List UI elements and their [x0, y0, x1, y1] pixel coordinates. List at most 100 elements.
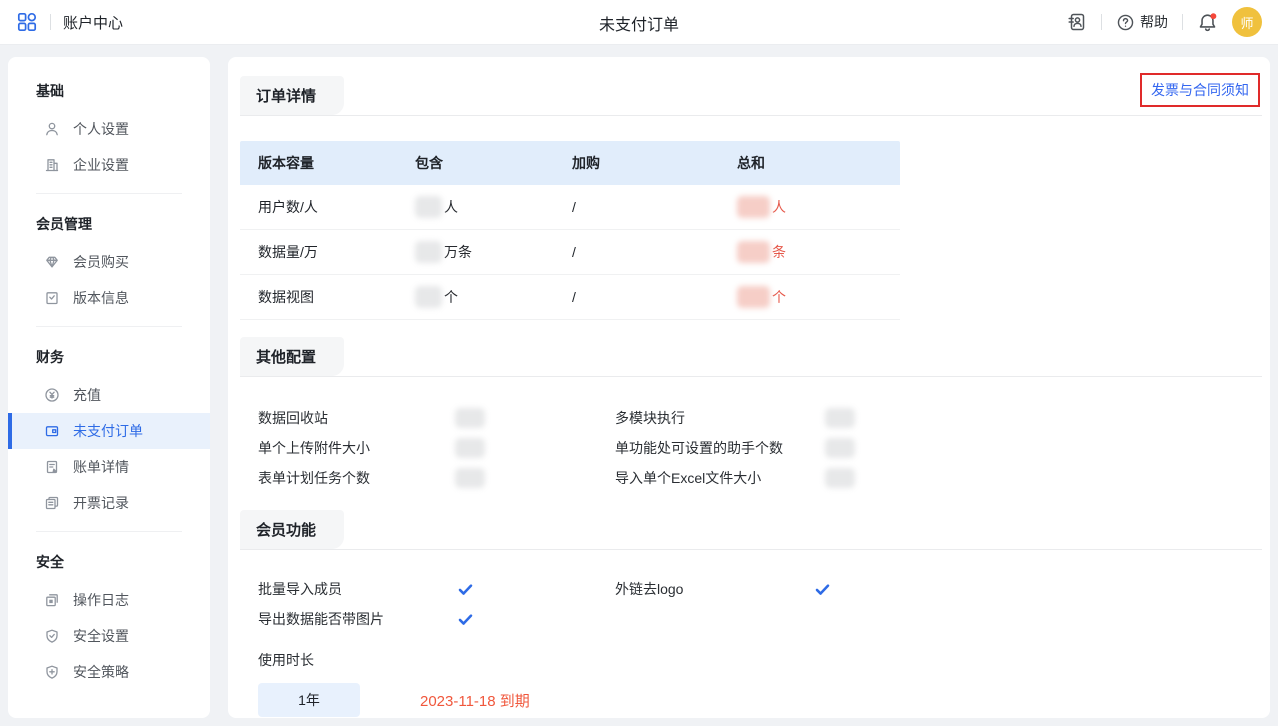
- order-details-tab: 订单详情: [240, 76, 344, 115]
- redacted-value: [415, 196, 442, 218]
- sidebar-item-invoice-records[interactable]: 开票记录: [8, 485, 210, 521]
- sidebar-item-member-purchase[interactable]: 会员购买: [8, 244, 210, 280]
- apps-grid-icon[interactable]: [16, 11, 38, 33]
- config-label: 数据回收站: [258, 408, 455, 428]
- sidebar-item-label: 操作日志: [73, 590, 129, 610]
- redacted-value: [415, 286, 442, 308]
- topbar-divider: [50, 14, 51, 30]
- redacted-value: [455, 408, 485, 428]
- config-row: 数据回收站 多模块执行: [240, 403, 1270, 433]
- notification-bell-icon[interactable]: [1197, 12, 1218, 33]
- redacted-value: [737, 196, 770, 218]
- sidebar-divider: [36, 193, 182, 194]
- sidebar-item-bill-details[interactable]: 账单详情: [8, 449, 210, 485]
- check-icon: [814, 581, 831, 598]
- config-label: 多模块执行: [615, 408, 825, 428]
- redacted-value: [455, 468, 485, 488]
- member-features-tab: 会员功能: [240, 510, 344, 549]
- avatar[interactable]: 师: [1232, 7, 1262, 37]
- sidebar-section-security: 安全: [36, 552, 182, 572]
- gem-icon: [44, 254, 60, 270]
- topbar-divider: [1101, 14, 1102, 30]
- sidebar-item-label: 未支付订单: [73, 421, 143, 441]
- redacted-value: [415, 241, 442, 263]
- help-label: 帮助: [1140, 12, 1168, 32]
- column-header: 总和: [719, 153, 900, 173]
- sidebar-item-version-info[interactable]: 版本信息: [8, 280, 210, 316]
- feature-row: 导出数据能否带图片: [240, 604, 1270, 634]
- member-features-header: 会员功能: [240, 510, 1262, 550]
- shield-plus-icon: [44, 664, 60, 680]
- notification-dot: [1210, 13, 1216, 19]
- sidebar-item-security-policy[interactable]: 安全策略: [8, 654, 210, 690]
- sidebar-item-unpaid-orders[interactable]: 未支付订单: [8, 413, 210, 449]
- row-name: 数据视图: [240, 287, 397, 307]
- shield-check-icon: [44, 628, 60, 644]
- sidebar-item-label: 安全策略: [73, 662, 129, 682]
- invoice-record-icon: [44, 495, 60, 511]
- sidebar-item-label: 版本信息: [73, 288, 129, 308]
- total-unit: 个: [772, 287, 786, 307]
- topbar-divider: [1182, 14, 1183, 30]
- config-label: 导入单个Excel文件大小: [615, 468, 825, 488]
- table-row: 用户数/人 人 / 人: [240, 185, 900, 230]
- sidebar-section-basic: 基础: [36, 81, 182, 101]
- sidebar-item-enterprise-settings[interactable]: 企业设置: [8, 147, 210, 183]
- feature-label: 外链去logo: [615, 579, 814, 599]
- wallet-icon: [44, 423, 60, 439]
- help-icon: [1116, 13, 1135, 32]
- redacted-value: [455, 438, 485, 458]
- other-config-tab: 其他配置: [240, 337, 344, 376]
- row-name: 数据量/万: [240, 242, 397, 262]
- table-row: 数据视图 个 / 个: [240, 275, 900, 320]
- column-header: 版本容量: [240, 153, 397, 173]
- config-row: 单个上传附件大小 单功能处可设置的助手个数: [240, 433, 1270, 463]
- config-label: 单功能处可设置的助手个数: [615, 438, 825, 458]
- main-panel: 订单详情 发票与合同须知 版本容量 包含 加购 总和 用户数/人 人 / 人 数…: [228, 57, 1270, 718]
- total-unit: 条: [772, 242, 786, 262]
- column-header: 加购: [554, 153, 719, 173]
- redacted-value: [825, 438, 855, 458]
- sidebar-item-label: 账单详情: [73, 457, 129, 477]
- help-button[interactable]: 帮助: [1116, 12, 1168, 32]
- sidebar: 基础 个人设置 企业设置 会员管理 会员购买 版本信息 财务 充值: [8, 57, 210, 718]
- contact-book-icon[interactable]: [1067, 12, 1087, 32]
- sidebar-item-label: 企业设置: [73, 155, 129, 175]
- redacted-value: [737, 286, 770, 308]
- redacted-value: [825, 468, 855, 488]
- recharge-coin-icon: [44, 387, 60, 403]
- included-unit: 人: [444, 197, 458, 217]
- user-icon: [44, 121, 60, 137]
- redacted-value: [737, 241, 770, 263]
- order-details-header: 订单详情 发票与合同须知: [240, 76, 1262, 116]
- sidebar-item-recharge[interactable]: 充值: [8, 377, 210, 413]
- page-title: 未支付订单: [599, 0, 679, 45]
- sidebar-item-personal-settings[interactable]: 个人设置: [8, 111, 210, 147]
- feature-label: 批量导入成员: [258, 579, 457, 599]
- sidebar-item-label: 个人设置: [73, 119, 129, 139]
- feature-row: 批量导入成员 外链去logo: [240, 574, 1270, 604]
- topbar: 账户中心 未支付订单 帮助: [0, 0, 1278, 45]
- column-header: 包含: [397, 153, 554, 173]
- other-config-header: 其他配置: [240, 337, 1262, 377]
- capacity-table: 版本容量 包含 加购 总和 用户数/人 人 / 人 数据量/万 万条 / 条 数…: [240, 141, 900, 320]
- config-label: 表单计划任务个数: [258, 468, 455, 488]
- sidebar-divider: [36, 531, 182, 532]
- sidebar-item-security-settings[interactable]: 安全设置: [8, 618, 210, 654]
- duration-option-button[interactable]: 1年: [258, 683, 360, 717]
- sidebar-divider: [36, 326, 182, 327]
- included-unit: 个: [444, 287, 458, 307]
- row-name: 用户数/人: [240, 197, 397, 217]
- check-icon: [457, 581, 474, 598]
- sidebar-item-label: 充值: [73, 385, 101, 405]
- config-label: 单个上传附件大小: [258, 438, 455, 458]
- total-unit: 人: [772, 197, 786, 217]
- sidebar-section-finance: 财务: [36, 347, 182, 367]
- addon-value: /: [554, 244, 719, 260]
- invoice-contract-notice-link[interactable]: 发票与合同须知: [1151, 82, 1249, 98]
- sidebar-item-operation-log[interactable]: 操作日志: [8, 582, 210, 618]
- addon-value: /: [554, 289, 719, 305]
- other-config-grid: 数据回收站 多模块执行 单个上传附件大小 单功能处可设置的助手个数 表单计划任务…: [240, 403, 1270, 493]
- included-unit: 万条: [444, 242, 472, 262]
- sidebar-item-label: 安全设置: [73, 626, 129, 646]
